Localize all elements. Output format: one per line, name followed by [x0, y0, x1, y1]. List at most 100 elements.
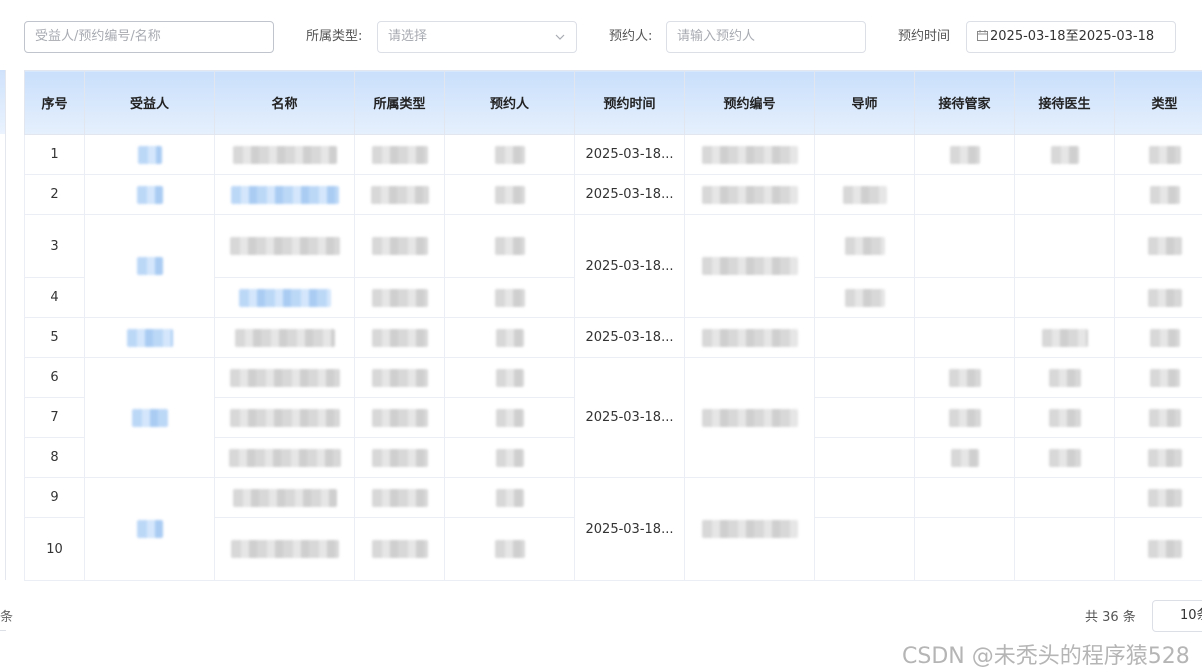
cell-type	[1114, 477, 1202, 518]
type-label: 所属类型:	[306, 29, 363, 44]
cell-butler	[914, 397, 1015, 438]
col-header-booker: 预约人	[444, 70, 575, 135]
cell-category	[354, 214, 445, 278]
cell-doctor	[1014, 214, 1115, 278]
cell-name	[214, 357, 355, 398]
cell-type	[1114, 437, 1202, 478]
cell-beneficiary	[84, 174, 215, 215]
cell-beneficiary	[84, 214, 215, 318]
cell-doctor	[1014, 134, 1115, 175]
cell-time: 2025-03-18...	[574, 134, 685, 175]
col-header-doctor: 接待医生	[1014, 70, 1115, 135]
cell-butler	[914, 477, 1015, 518]
cell-time: 2025-03-18...	[574, 174, 685, 215]
appointments-table: 序号 受益人 名称 所属类型 预约人 预约时间 预约编号 导师 接待管家 接待医…	[24, 70, 1202, 581]
cell-index: 8	[24, 437, 85, 478]
cell-doctor	[1014, 174, 1115, 215]
table-row[interactable]: 3 2025-03-18...	[24, 214, 1202, 318]
table-row[interactable]: 1 2025-03-18...	[24, 134, 1202, 175]
col-header-beneficiary: 受益人	[84, 70, 215, 135]
cell-category	[354, 477, 445, 518]
cell-index: 3	[24, 214, 85, 278]
cell-booking-no	[684, 134, 815, 175]
table-row[interactable]: 2 2025-03-18...	[24, 174, 1202, 215]
cell-name	[214, 397, 355, 438]
cell-category	[354, 437, 445, 478]
cell-butler	[914, 174, 1015, 215]
cell-category	[354, 397, 445, 438]
cell-beneficiary	[84, 317, 215, 358]
cell-butler	[914, 517, 1015, 581]
cell-name	[214, 277, 355, 318]
col-header-time: 预约时间	[574, 70, 685, 135]
cell-butler	[914, 277, 1015, 318]
col-header-index: 序号	[24, 70, 85, 135]
cell-doctor	[1014, 277, 1115, 318]
booker-input[interactable]: 请输入预约人	[666, 21, 866, 53]
table-row[interactable]: 5 2025-03-18...	[24, 317, 1202, 358]
search-input[interactable]: 受益人/预约编号/名称	[24, 21, 274, 53]
table-row[interactable]: 9 2025-03-18...	[24, 477, 1202, 581]
cell-type	[1114, 134, 1202, 175]
cell-category	[354, 517, 445, 581]
cell-index: 4	[24, 277, 85, 318]
cell-mentor	[814, 134, 915, 175]
cell-time: 2025-03-18...	[574, 214, 685, 318]
cell-index: 10	[24, 517, 85, 581]
cell-doctor	[1014, 317, 1115, 358]
cell-name	[214, 174, 355, 215]
cell-butler	[914, 214, 1015, 278]
chevron-down-icon	[555, 34, 565, 40]
cell-type	[1114, 174, 1202, 215]
cell-doctor	[1014, 477, 1115, 518]
table-row[interactable]: 6 2025-03-18...	[24, 357, 1202, 478]
cell-mentor	[814, 174, 915, 215]
col-header-mentor: 导师	[814, 70, 915, 135]
col-header-booking-no: 预约编号	[684, 70, 815, 135]
cell-booker	[444, 397, 575, 438]
col-header-type: 类型	[1114, 70, 1202, 135]
calendar-icon	[977, 30, 988, 41]
date-separator: 至	[1065, 29, 1079, 44]
cell-mentor	[814, 357, 915, 398]
cell-butler	[914, 134, 1015, 175]
cell-booker	[444, 277, 575, 318]
cell-doctor	[1014, 437, 1115, 478]
cell-booking-no	[684, 317, 815, 358]
cell-mentor	[814, 517, 915, 581]
cell-booker	[444, 357, 575, 398]
time-label: 预约时间	[898, 29, 951, 44]
cell-type	[1114, 517, 1202, 581]
col-header-butler: 接待管家	[914, 70, 1015, 135]
cell-index: 5	[24, 317, 85, 358]
date-range-picker[interactable]: 2025-03-18至2025-03-18	[966, 21, 1176, 53]
cell-name	[214, 214, 355, 278]
cell-booker	[444, 134, 575, 175]
cell-booking-no	[684, 477, 815, 581]
page-size-select[interactable]: 10条/页	[1152, 600, 1202, 632]
date-end: 2025-03-18	[1078, 29, 1155, 44]
cell-butler	[914, 437, 1015, 478]
cell-type	[1114, 277, 1202, 318]
cell-doctor	[1014, 517, 1115, 581]
cell-mentor	[814, 397, 915, 438]
watermark: CSDN @未秃头的程序猿528	[902, 644, 1190, 669]
cell-category	[354, 317, 445, 358]
cell-type	[1114, 357, 1202, 398]
cell-doctor	[1014, 397, 1115, 438]
cell-category	[354, 134, 445, 175]
cell-booker	[444, 477, 575, 518]
cell-time: 2025-03-18...	[574, 317, 685, 358]
cell-name	[214, 477, 355, 518]
cell-booking-no	[684, 214, 815, 318]
cell-booker	[444, 517, 575, 581]
cell-booker	[444, 174, 575, 215]
cell-beneficiary	[84, 134, 215, 175]
table-header-row: 序号 受益人 名称 所属类型 预约人 预约时间 预约编号 导师 接待管家 接待医…	[24, 70, 1202, 135]
cell-category	[354, 357, 445, 398]
cell-doctor	[1014, 357, 1115, 398]
type-select[interactable]: 请选择	[377, 21, 577, 53]
cell-booker	[444, 317, 575, 358]
left-pagination-fragment: 条	[0, 610, 14, 625]
cell-name	[214, 134, 355, 175]
